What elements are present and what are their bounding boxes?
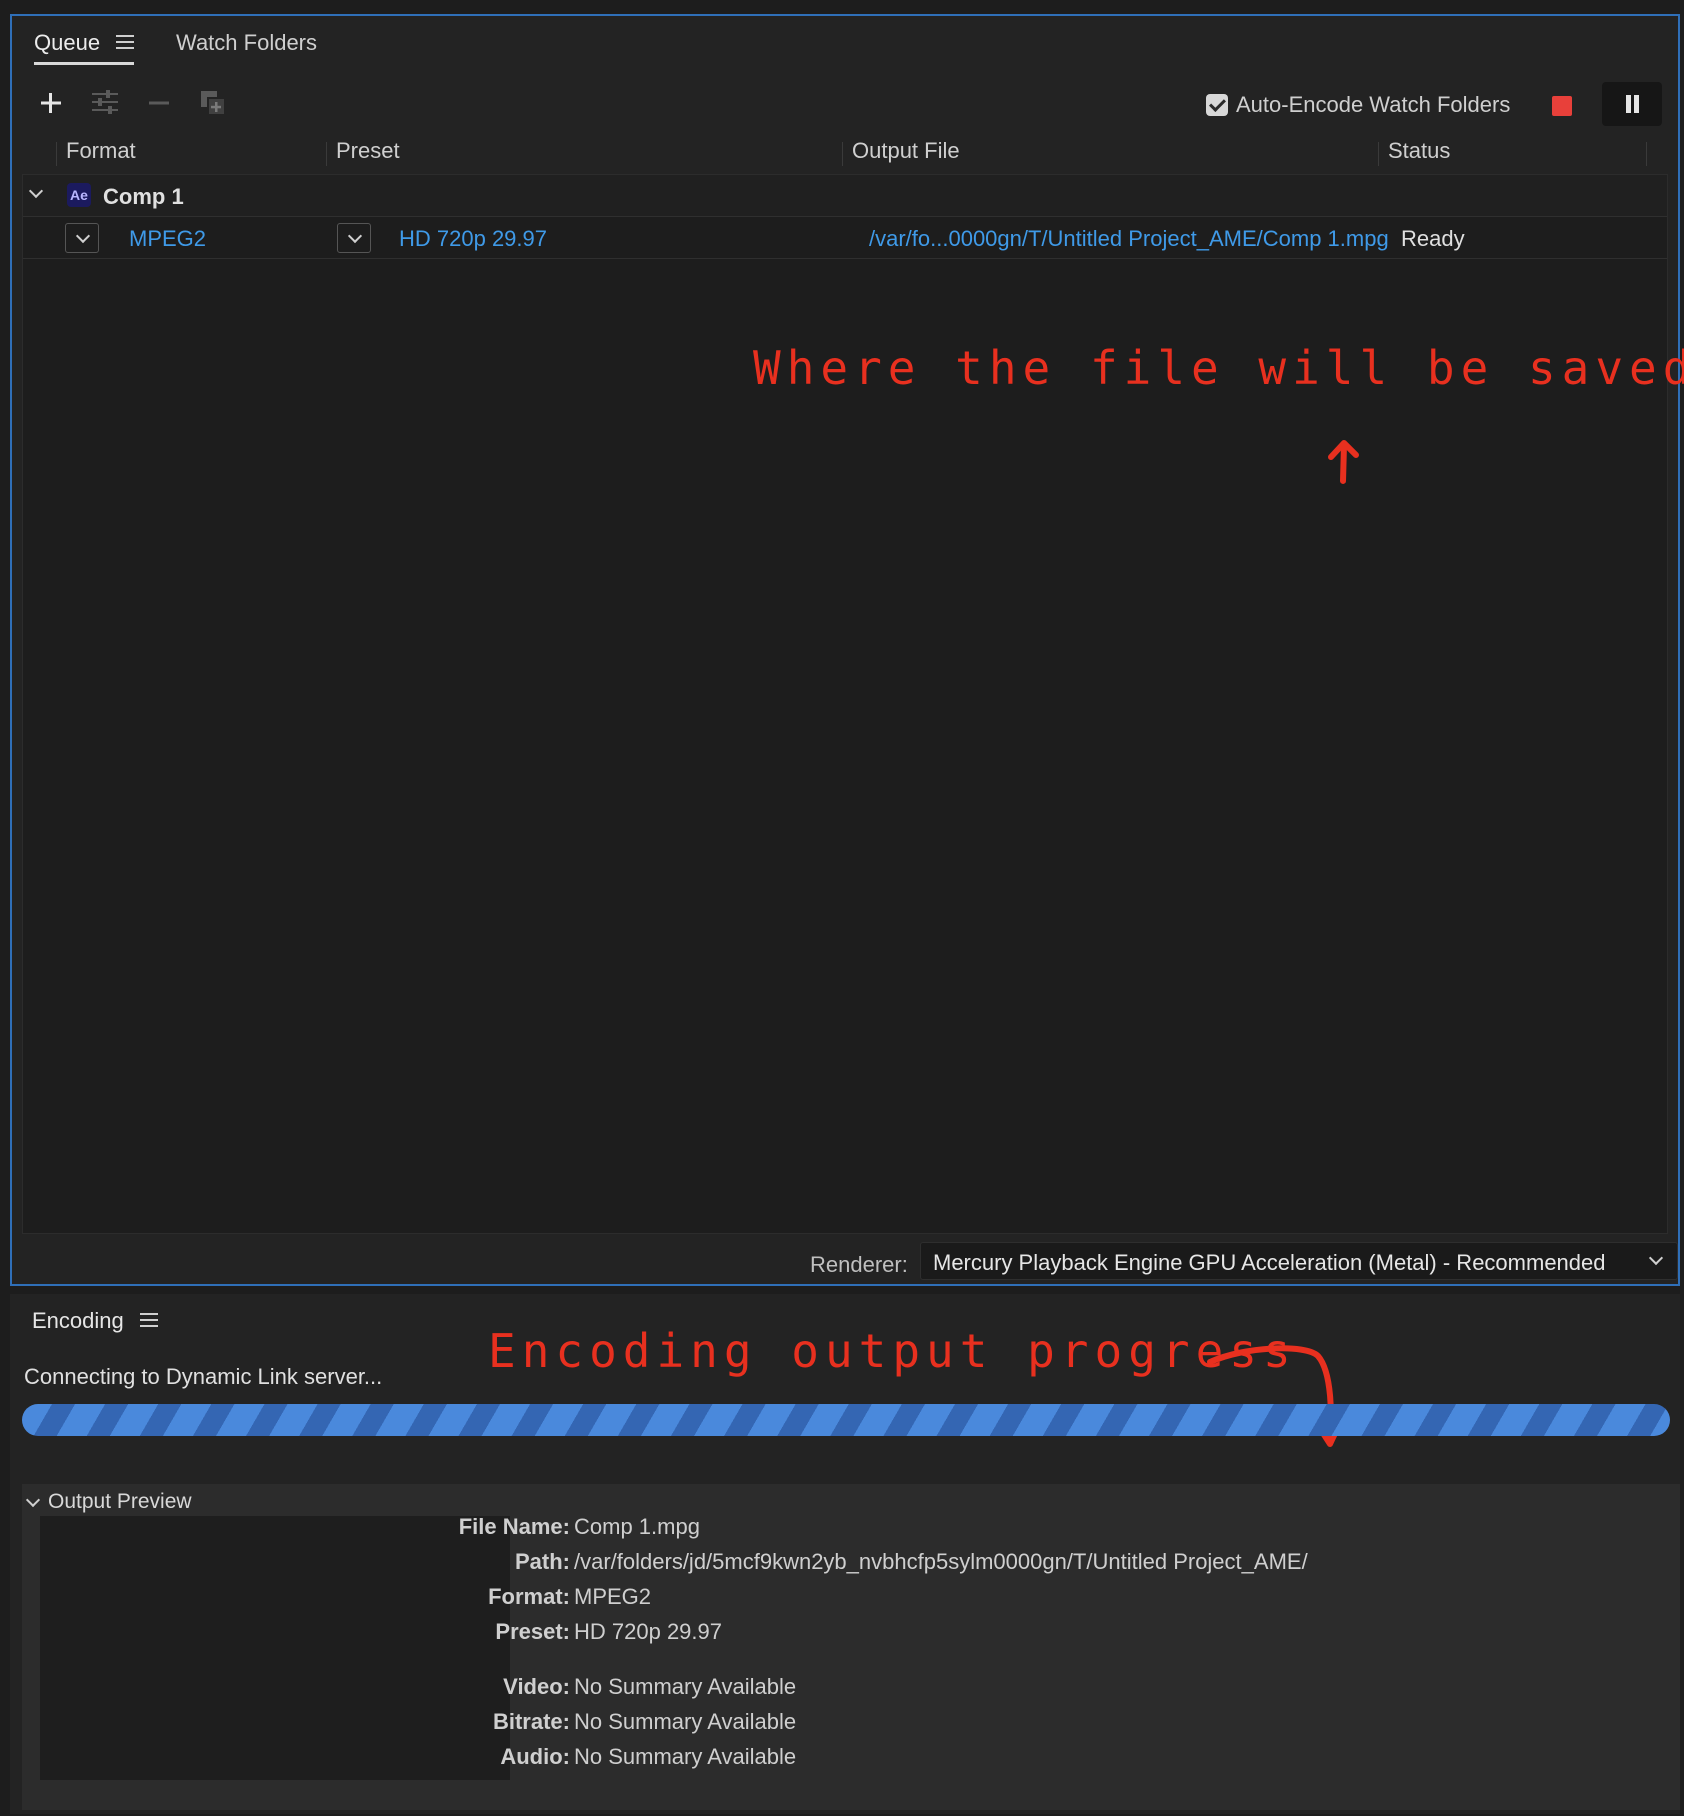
preview-thumbnail xyxy=(40,1516,510,1780)
chevron-down-icon[interactable] xyxy=(25,1492,41,1508)
column-header-status[interactable]: Status xyxy=(1388,138,1450,164)
tab-encoding[interactable]: Encoding xyxy=(32,1308,124,1334)
info-label: File Name: xyxy=(458,1514,570,1539)
format-link[interactable]: MPEG2 xyxy=(129,226,206,252)
renderer-label: Renderer: xyxy=(810,1252,908,1277)
info-value: Comp 1.mpg xyxy=(574,1514,700,1539)
renderer-dropdown[interactable]: Mercury Playback Engine GPU Acceleration… xyxy=(920,1242,1678,1280)
pause-icon[interactable] xyxy=(1602,82,1662,126)
info-label: Audio: xyxy=(500,1744,570,1769)
info-label: Bitrate: xyxy=(492,1709,570,1734)
column-header-output-file[interactable]: Output File xyxy=(852,138,960,164)
encoding-progress-fill xyxy=(22,1404,1670,1436)
active-tab-indicator xyxy=(34,62,134,65)
info-value: No Summary Available xyxy=(574,1674,797,1699)
queue-toolbar: Auto-Encode Watch Folders xyxy=(12,82,1678,126)
panel-menu-icon[interactable] xyxy=(116,34,134,50)
annotation-arrow-up-icon xyxy=(1328,440,1359,484)
column-separator[interactable] xyxy=(326,142,327,166)
plus-icon[interactable] xyxy=(34,86,68,120)
info-value: /var/folders/jd/5mcf9kwn2yb_nvbhcfp5sylm… xyxy=(574,1549,1308,1574)
chevron-down-icon[interactable] xyxy=(29,187,43,201)
encoding-status-text: Connecting to Dynamic Link server... xyxy=(24,1364,383,1389)
preset-dropdown-chevron-icon[interactable] xyxy=(337,223,371,253)
status-text: Ready xyxy=(1401,226,1465,251)
preset-link[interactable]: HD 720p 29.97 xyxy=(399,226,547,252)
duplicate-icon[interactable] xyxy=(196,86,230,120)
adjust-settings-icon[interactable] xyxy=(88,86,122,120)
auto-encode-checkbox[interactable] xyxy=(1206,94,1228,116)
column-header-preset[interactable]: Preset xyxy=(336,138,400,164)
output-preview-label: Output Preview xyxy=(48,1490,192,1513)
queue-panel-tabs: Queue Watch Folders xyxy=(12,16,1678,72)
info-label: Video: xyxy=(503,1674,570,1699)
tab-queue[interactable]: Queue xyxy=(34,30,100,56)
stop-icon[interactable] xyxy=(1552,96,1572,116)
auto-encode-watch-folders[interactable]: Auto-Encode Watch Folders xyxy=(1206,92,1510,118)
comp-name: Comp 1 xyxy=(103,184,184,209)
queue-output-row[interactable]: MPEG2 HD 720p 29.97 /var/fo...0000gn/T/U… xyxy=(23,217,1667,259)
column-separator[interactable] xyxy=(1646,142,1647,166)
renderer-value: Mercury Playback Engine GPU Acceleration… xyxy=(933,1250,1606,1275)
info-value: No Summary Available xyxy=(574,1709,797,1734)
output-preview-toggle[interactable]: Output Preview xyxy=(25,1490,192,1514)
format-dropdown-chevron-icon[interactable] xyxy=(65,223,99,253)
info-label: Preset: xyxy=(495,1619,570,1644)
annotation-text: Where the file will be saved xyxy=(753,341,1684,395)
minus-icon[interactable] xyxy=(142,86,176,120)
info-value: HD 720p 29.97 xyxy=(574,1619,722,1644)
tab-watch-folders[interactable]: Watch Folders xyxy=(176,30,317,56)
column-header-format[interactable]: Format xyxy=(66,138,136,164)
info-label: Format: xyxy=(488,1584,570,1609)
output-preview-section: Output Preview File Name: Comp 1.mpg Pat… xyxy=(22,1484,1680,1810)
column-separator[interactable] xyxy=(1378,142,1379,166)
column-separator[interactable] xyxy=(56,142,57,166)
column-separator[interactable] xyxy=(842,142,843,166)
encoding-panel: Encoding Connecting to Dynamic Link serv… xyxy=(10,1294,1680,1814)
annotation-text: Encoding output progress xyxy=(488,1324,1297,1378)
output-file-link[interactable]: /var/fo...0000gn/T/Untitled Project_AME/… xyxy=(869,226,1389,252)
queue-list: Ae Comp 1 MPEG2 HD 720p 29.97 /var/fo...… xyxy=(22,174,1684,1234)
panel-menu-icon[interactable] xyxy=(140,1312,158,1328)
after-effects-icon: Ae xyxy=(67,183,91,207)
queue-panel: Queue Watch Folders Auto-Encode Watch Fo… xyxy=(10,14,1684,1286)
info-label: Path: xyxy=(515,1549,570,1574)
info-value: MPEG2 xyxy=(574,1584,652,1609)
column-headers: Format Preset Output File Status xyxy=(12,136,1678,170)
chevron-down-icon[interactable] xyxy=(1648,1250,1664,1266)
queue-source-row[interactable]: Ae Comp 1 xyxy=(23,175,1667,217)
info-value: No Summary Available xyxy=(574,1744,797,1769)
auto-encode-label: Auto-Encode Watch Folders xyxy=(1236,92,1511,117)
encoding-progress-bar xyxy=(22,1404,1670,1436)
